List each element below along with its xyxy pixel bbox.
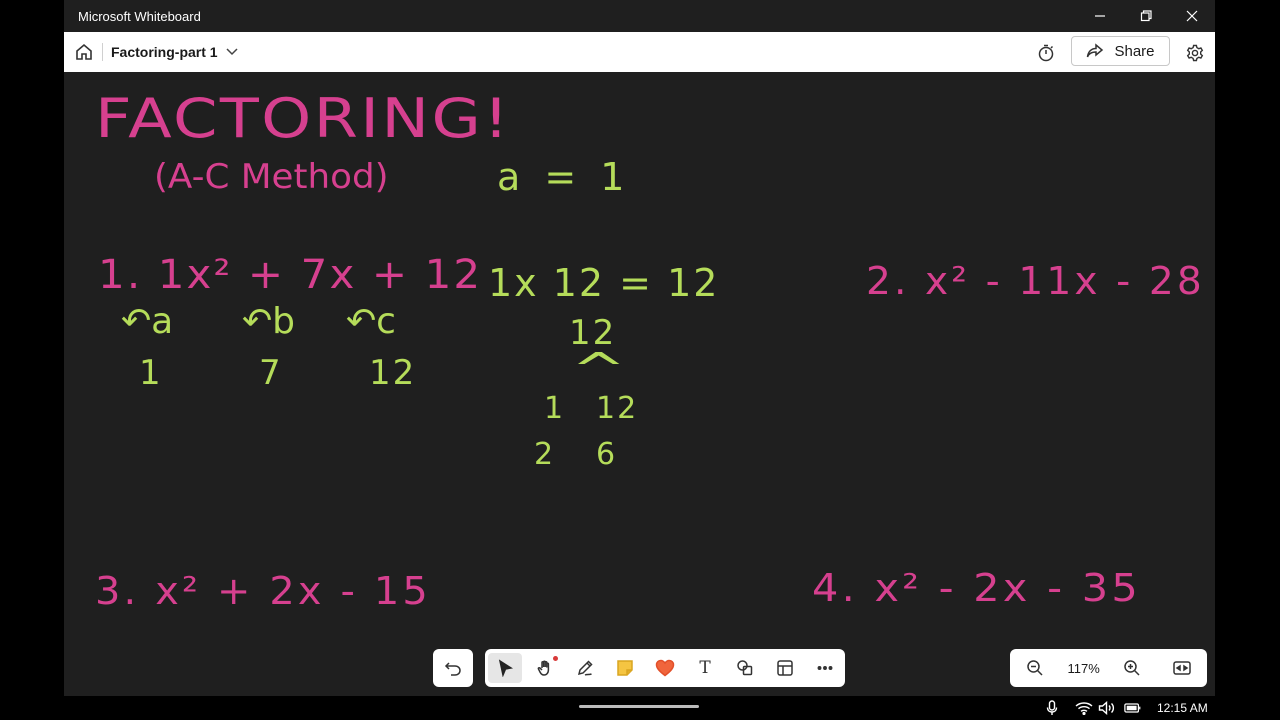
- zoom-toolbar: 117%: [1010, 649, 1207, 687]
- system-clock[interactable]: 12:15 AM: [1157, 701, 1208, 715]
- system-taskbar: 12:15 AM: [0, 696, 1280, 720]
- more-tool[interactable]: [808, 653, 842, 683]
- gear-icon: [1186, 44, 1204, 62]
- pair-2-right-ink: 6: [596, 437, 616, 472]
- pen-icon: [577, 660, 593, 676]
- undo-button[interactable]: [436, 653, 470, 683]
- pan-tool[interactable]: [528, 653, 562, 683]
- label-c-ink: ↶c: [346, 301, 396, 342]
- problem-3-ink: 3. x² + 2x - 15: [95, 569, 431, 613]
- pair-1-right-ink: 12: [596, 391, 639, 426]
- heart-icon: [655, 659, 675, 677]
- zoom-level[interactable]: 117%: [1068, 661, 1100, 676]
- chevron-down-icon: [226, 48, 238, 56]
- select-tool[interactable]: [488, 653, 522, 683]
- sticky-note-icon: [617, 660, 633, 676]
- minimize-button[interactable]: [1085, 6, 1115, 26]
- home-indicator[interactable]: [579, 705, 699, 708]
- pair-1-left-ink: 1: [544, 391, 564, 426]
- undo-toolbar: [433, 649, 473, 687]
- product-ink: 1x 12 = 12: [488, 261, 720, 305]
- templates-tool[interactable]: [768, 653, 802, 683]
- zoom-in-icon: [1124, 660, 1140, 676]
- subheading-ink: (A-C Method): [154, 157, 389, 197]
- zoom-in-button[interactable]: [1115, 653, 1149, 683]
- heading-ink: FACTORING!: [95, 87, 512, 150]
- title-bar: Microsoft Whiteboard: [64, 0, 1215, 32]
- value-b-ink: 7: [259, 353, 281, 393]
- pen-tool[interactable]: [568, 653, 602, 683]
- value-c-ink: 12: [369, 353, 417, 393]
- pair-2-left-ink: 2: [534, 437, 554, 472]
- minimize-icon: [1095, 15, 1105, 17]
- text-icon: T: [699, 658, 711, 678]
- label-b-ink: ↶b: [242, 301, 296, 342]
- fit-screen-button[interactable]: [1165, 653, 1199, 683]
- problem-4-ink: 4. x² - 2x - 35: [812, 566, 1141, 610]
- zoom-out-icon: [1027, 660, 1043, 676]
- app-window: Microsoft Whiteboard Factoring-part 1 Sh…: [64, 0, 1215, 696]
- tree-branch-ink: ^: [571, 344, 627, 395]
- divider: [102, 43, 103, 61]
- problem-1-ink: 1. 1x² + 7x + 12: [98, 252, 483, 298]
- problem-2-ink: 2. x² - 11x - 28: [866, 259, 1205, 303]
- hand-icon: [537, 660, 550, 676]
- value-a-ink: 1: [139, 353, 161, 393]
- share-icon: [1087, 43, 1104, 58]
- templates-icon: [777, 660, 793, 676]
- tools-toolbar: T: [485, 649, 845, 687]
- fit-screen-icon: [1173, 661, 1191, 675]
- timer-button[interactable]: [1034, 41, 1058, 65]
- home-icon: [76, 43, 92, 60]
- shapes-tool[interactable]: [728, 653, 762, 683]
- close-icon: [1186, 10, 1198, 22]
- volume-icon[interactable]: [1098, 699, 1116, 717]
- a-equals-ink: a = 1: [497, 155, 631, 199]
- share-button[interactable]: Share: [1071, 36, 1170, 66]
- wifi-icon[interactable]: [1075, 699, 1093, 717]
- pointer-icon: [498, 659, 514, 677]
- text-tool[interactable]: T: [688, 653, 722, 683]
- settings-button[interactable]: [1183, 41, 1207, 65]
- timer-icon: [1038, 44, 1054, 62]
- app-title: Microsoft Whiteboard: [78, 9, 201, 24]
- home-button[interactable]: [72, 40, 96, 64]
- active-indicator: [553, 656, 558, 661]
- restore-icon: [1140, 10, 1152, 22]
- reaction-tool[interactable]: [648, 653, 682, 683]
- board-menu-button[interactable]: [224, 44, 240, 60]
- zoom-out-button[interactable]: [1018, 653, 1052, 683]
- restore-button[interactable]: [1131, 6, 1161, 26]
- microphone-icon[interactable]: [1043, 699, 1061, 717]
- close-button[interactable]: [1177, 6, 1207, 26]
- undo-icon: [444, 662, 461, 676]
- share-label: Share: [1114, 42, 1155, 60]
- label-a-ink: ↶a: [121, 301, 174, 342]
- shapes-icon: [737, 660, 753, 676]
- more-icon: [817, 666, 833, 670]
- app-bar: Factoring-part 1 Share: [64, 32, 1215, 72]
- whiteboard-canvas[interactable]: FACTORING! (A-C Method) 1. 1x² + 7x + 12…: [64, 72, 1215, 696]
- board-title[interactable]: Factoring-part 1: [111, 44, 218, 60]
- sticky-note-tool[interactable]: [608, 653, 642, 683]
- battery-icon[interactable]: [1124, 699, 1142, 717]
